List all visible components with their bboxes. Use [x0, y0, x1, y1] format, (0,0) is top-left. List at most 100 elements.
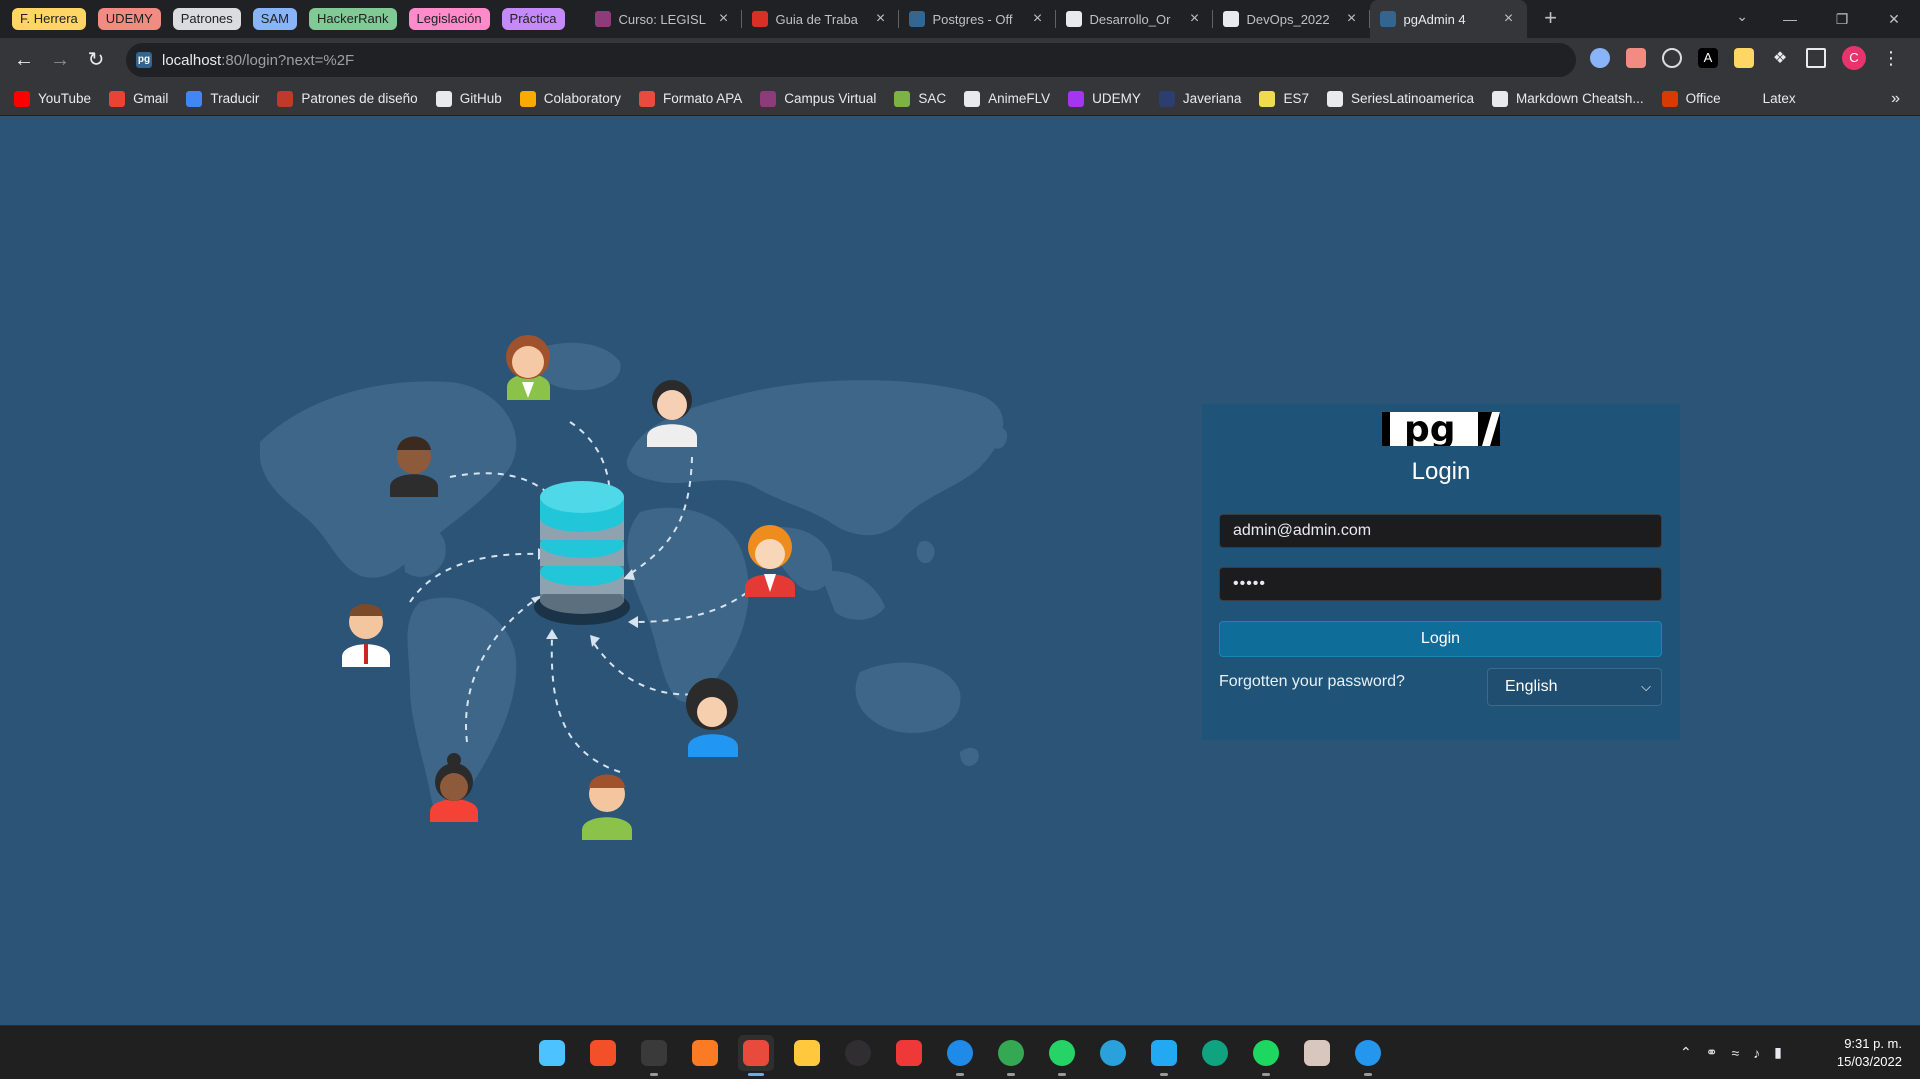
reload-icon[interactable]: ↻	[78, 42, 114, 78]
bookmark-item[interactable]: ES7	[1259, 90, 1309, 107]
taskbar-app-button[interactable]	[1350, 1035, 1386, 1076]
taskbar-app-button[interactable]	[1095, 1035, 1131, 1071]
taskbar-app-button[interactable]	[738, 1035, 774, 1076]
bookmark-item[interactable]: Colaboratory	[519, 90, 621, 107]
taskbar-app-button[interactable]	[1146, 1035, 1182, 1076]
bookmark-item[interactable]: Formato APA	[639, 90, 742, 107]
bookmark-item[interactable]: Patrones de diseño	[277, 90, 418, 107]
close-tab-icon[interactable]: ×	[716, 10, 732, 28]
taskbar-app-button[interactable]	[993, 1035, 1029, 1076]
restore-icon[interactable]: ❐	[1816, 11, 1868, 28]
forgot-password-link[interactable]: Forgotten your password?	[1219, 673, 1405, 691]
bookmark-item[interactable]: Markdown Cheatsh...	[1492, 90, 1644, 107]
taskbar-app-button[interactable]	[1248, 1035, 1284, 1076]
taskbar-clock[interactable]: 9:31 p. m. 15/03/2022	[1837, 1035, 1902, 1071]
tab-group-chip[interactable]: Legislación	[408, 8, 490, 30]
bookmark-item[interactable]: Javeriana	[1158, 90, 1241, 107]
browser-tab[interactable]: Desarrollo_Or ×	[1056, 0, 1213, 38]
bookmarks-overflow-button[interactable]: »	[1891, 90, 1900, 108]
extension-icons: A ❖ C ⋮	[1590, 46, 1900, 70]
close-tab-icon[interactable]: ×	[1344, 10, 1360, 28]
bookmark-item[interactable]: Gmail	[109, 90, 168, 107]
tab-group-chip[interactable]: Práctica	[501, 8, 565, 30]
battery-icon[interactable]: ▮	[1774, 1044, 1782, 1061]
taskbar-app-button[interactable]	[840, 1035, 876, 1071]
whatsapp-icon	[1049, 1040, 1075, 1066]
new-tab-button[interactable]: +	[1535, 3, 1567, 35]
bookmark-favicon-icon	[277, 90, 294, 107]
browser-tab[interactable]: Postgres - Off ×	[899, 0, 1056, 38]
bookmark-item[interactable]: GitHub	[435, 90, 502, 107]
taskbar-app-button[interactable]	[1197, 1035, 1233, 1071]
puzzle-extensions-icon[interactable]: ❖	[1770, 48, 1790, 68]
close-tab-icon[interactable]: ×	[1501, 10, 1517, 28]
tab-group-chip[interactable]: SAM	[252, 8, 297, 30]
more-menu-icon[interactable]: ⋮	[1882, 48, 1900, 69]
docker-icon	[1355, 1040, 1381, 1066]
tab-group-chip[interactable]: HackerRank	[308, 8, 397, 30]
address-bar[interactable]: pg localhost:80/login?next=%2F	[126, 43, 1576, 77]
window-extension-icon[interactable]	[1626, 48, 1646, 68]
person-icon-top-woman	[506, 335, 550, 400]
taskbar-app-button[interactable]	[636, 1035, 672, 1076]
bookmark-label: Markdown Cheatsh...	[1516, 91, 1644, 106]
bookmark-favicon-icon	[639, 90, 656, 107]
bookmark-item[interactable]: SeriesLatinoamerica	[1326, 90, 1475, 107]
taskbar-app-button[interactable]	[534, 1035, 570, 1071]
profile-avatar[interactable]: C	[1842, 46, 1866, 70]
close-tab-icon[interactable]: ×	[1187, 10, 1203, 28]
font-extension-icon[interactable]: A	[1698, 48, 1718, 68]
close-window-icon[interactable]: ✕	[1868, 11, 1920, 28]
bookmark-item[interactable]: Traducir	[186, 90, 259, 107]
tab-group-chip[interactable]: Patrones	[172, 8, 241, 30]
pgadmin-login-page: pg Login admin@admin.com ••••• Login For…	[0, 117, 1920, 1025]
browser-tab[interactable]: Guia de Traba ×	[742, 0, 899, 38]
browser-tab[interactable]: DevOps_2022 ×	[1213, 0, 1370, 38]
glasses-extension-icon[interactable]	[1590, 48, 1610, 68]
react-devtools-icon[interactable]	[1662, 48, 1682, 68]
microphone-icon[interactable]: ⚭	[1706, 1044, 1718, 1061]
tab-group-chip[interactable]: UDEMY	[97, 8, 161, 30]
github-favicon	[1222, 11, 1239, 27]
bookmark-favicon-icon	[14, 90, 30, 107]
close-tab-icon[interactable]: ×	[873, 10, 889, 28]
bookmark-label: Office	[1685, 91, 1721, 106]
bookmark-label: Latex	[1762, 91, 1796, 106]
forward-arrow-icon[interactable]: →	[42, 42, 78, 78]
bookmark-item[interactable]: SAC	[894, 90, 946, 107]
tray-overflow-chevron-icon[interactable]: ⌃	[1680, 1044, 1692, 1061]
minimize-icon[interactable]: —	[1764, 11, 1816, 27]
tab-group-chip[interactable]: F. Herrera	[12, 8, 86, 30]
bookmark-item[interactable]: Campus Virtual	[760, 90, 876, 107]
password-field[interactable]: •••••	[1219, 567, 1662, 601]
taskbar-app-button[interactable]	[687, 1035, 723, 1071]
taskbar-app-button[interactable]	[789, 1035, 825, 1071]
taskbar-app-button[interactable]	[1044, 1035, 1080, 1076]
taskbar-app-button[interactable]	[891, 1035, 927, 1071]
database-cylinder-icon	[534, 481, 630, 625]
back-arrow-icon[interactable]: ←	[6, 42, 42, 78]
side-panel-icon[interactable]	[1806, 48, 1826, 68]
bookmark-item[interactable]: YouTube	[14, 90, 91, 107]
git-icon	[590, 1040, 616, 1066]
email-field[interactable]: admin@admin.com	[1219, 514, 1662, 548]
close-tab-icon[interactable]: ×	[1030, 10, 1046, 28]
wifi-icon[interactable]: ≈	[1731, 1045, 1739, 1061]
browser-tab[interactable]: Curso: LEGISL ×	[585, 0, 742, 38]
taskbar-app-button[interactable]	[585, 1035, 621, 1071]
tab-title: pgAdmin 4	[1403, 11, 1466, 27]
taskbar-app-button[interactable]	[1299, 1035, 1335, 1071]
bookmark-item[interactable]: UDEMY	[1068, 90, 1141, 107]
bookmark-label: SeriesLatinoamerica	[1350, 91, 1475, 106]
snipping-tool-icon	[743, 1040, 769, 1066]
cursor-extension-icon[interactable]	[1734, 48, 1754, 68]
speaker-icon[interactable]: ♪	[1753, 1045, 1760, 1061]
login-button[interactable]: Login	[1219, 621, 1662, 657]
bookmark-item[interactable]: AnimeFLV	[964, 90, 1050, 107]
language-select[interactable]: English ⌵	[1487, 668, 1662, 706]
tab-search-chevron-icon[interactable]: ⌄	[1736, 8, 1748, 25]
bookmark-item[interactable]: Latex	[1738, 90, 1796, 107]
browser-tab[interactable]: pgAdmin 4 ×	[1369, 0, 1527, 38]
bookmark-item[interactable]: Office	[1661, 90, 1721, 107]
taskbar-app-button[interactable]	[942, 1035, 978, 1076]
